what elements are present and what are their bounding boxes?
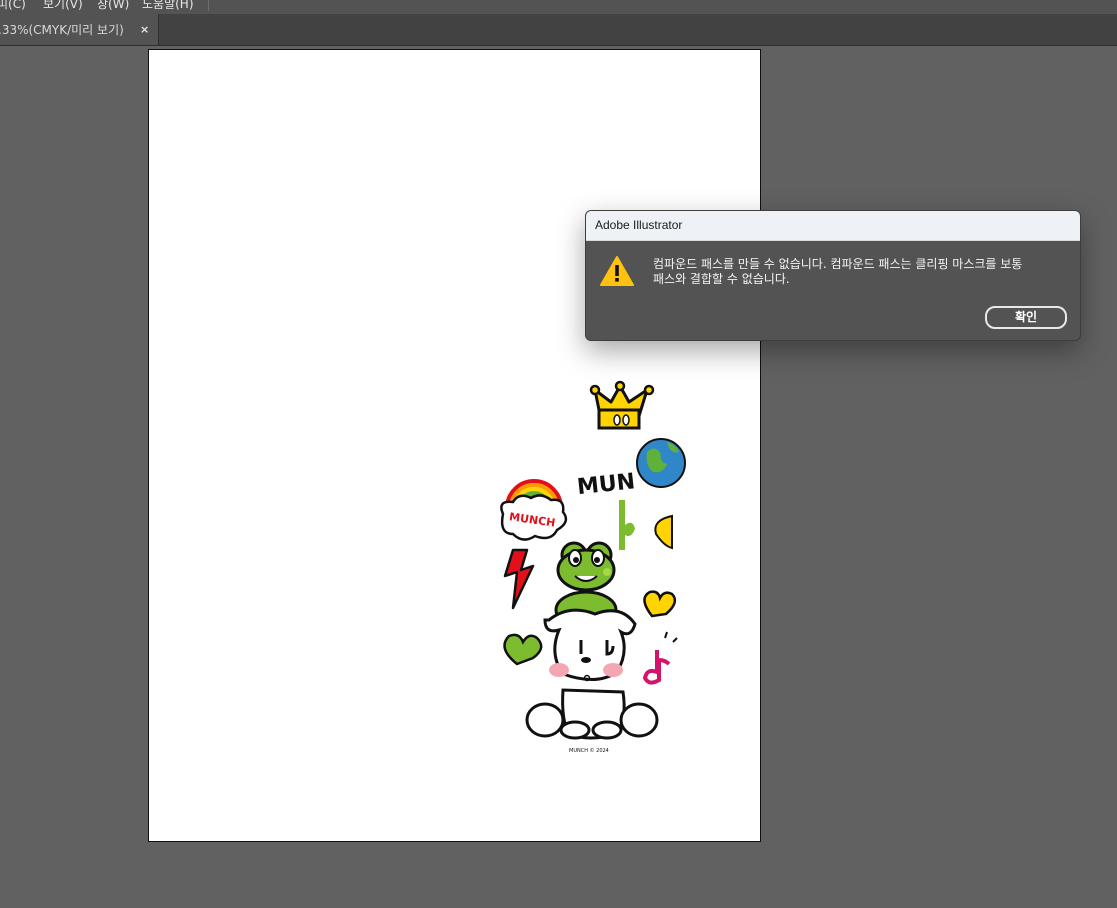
document-tab-label: .33%(CMYK/미리 보기) xyxy=(0,23,124,37)
menu-bar: 피(C) 보기(V) 창(W) 도움말(H) xyxy=(0,0,1117,14)
document-tab[interactable]: .33%(CMYK/미리 보기) × xyxy=(0,14,159,45)
dialog-message-line-2: 패스와 결합할 수 없습니다. xyxy=(653,272,790,286)
menu-item-type[interactable]: 피(C) xyxy=(0,0,26,12)
lightning-sticker xyxy=(503,548,535,610)
menu-item-help[interactable]: 도움말(H) xyxy=(142,0,194,12)
copyright-text: MUNCH © 2024 xyxy=(569,747,609,754)
dialog-title: Adobe Illustrator xyxy=(595,218,683,232)
munch-artwork: MUN MUNCH MUNCH © 2024 xyxy=(500,380,686,754)
clipped-shape-green xyxy=(619,500,635,550)
green-heart-sticker xyxy=(503,633,543,666)
rainbow-cloud-sticker: MUNCH xyxy=(500,479,568,541)
dog-character xyxy=(525,608,659,740)
music-note-sticker xyxy=(642,631,678,685)
clipped-yellow-heart xyxy=(654,514,673,550)
close-icon[interactable]: × xyxy=(140,23,149,36)
earth-sticker xyxy=(636,438,686,488)
alert-dialog: Adobe Illustrator 컴파운드 패스를 만들 수 없습니다. 컴파… xyxy=(585,210,1081,341)
artboard[interactable]: MUN MUNCH MUNCH © 2024 xyxy=(148,49,761,842)
dialog-message: 컴파운드 패스를 만들 수 없습니다. 컴파운드 패스는 클리핑 마스크를 보통… xyxy=(653,257,1063,287)
menu-separator xyxy=(208,0,209,11)
yellow-heart-sticker xyxy=(643,590,677,618)
dialog-message-line-1: 컴파운드 패스를 만들 수 없습니다. 컴파운드 패스는 클리핑 마스크를 보통 xyxy=(653,257,1023,271)
ok-button[interactable]: 확인 xyxy=(985,306,1067,329)
munch-logo-text: MUN xyxy=(576,469,636,500)
dialog-titlebar[interactable]: Adobe Illustrator xyxy=(586,211,1080,241)
warning-icon xyxy=(600,256,634,286)
menu-item-window[interactable]: 창(W) xyxy=(97,0,129,12)
crown-sticker xyxy=(589,380,655,430)
document-tab-bar: .33%(CMYK/미리 보기) × xyxy=(0,14,1117,46)
menu-item-view[interactable]: 보기(V) xyxy=(43,0,83,12)
